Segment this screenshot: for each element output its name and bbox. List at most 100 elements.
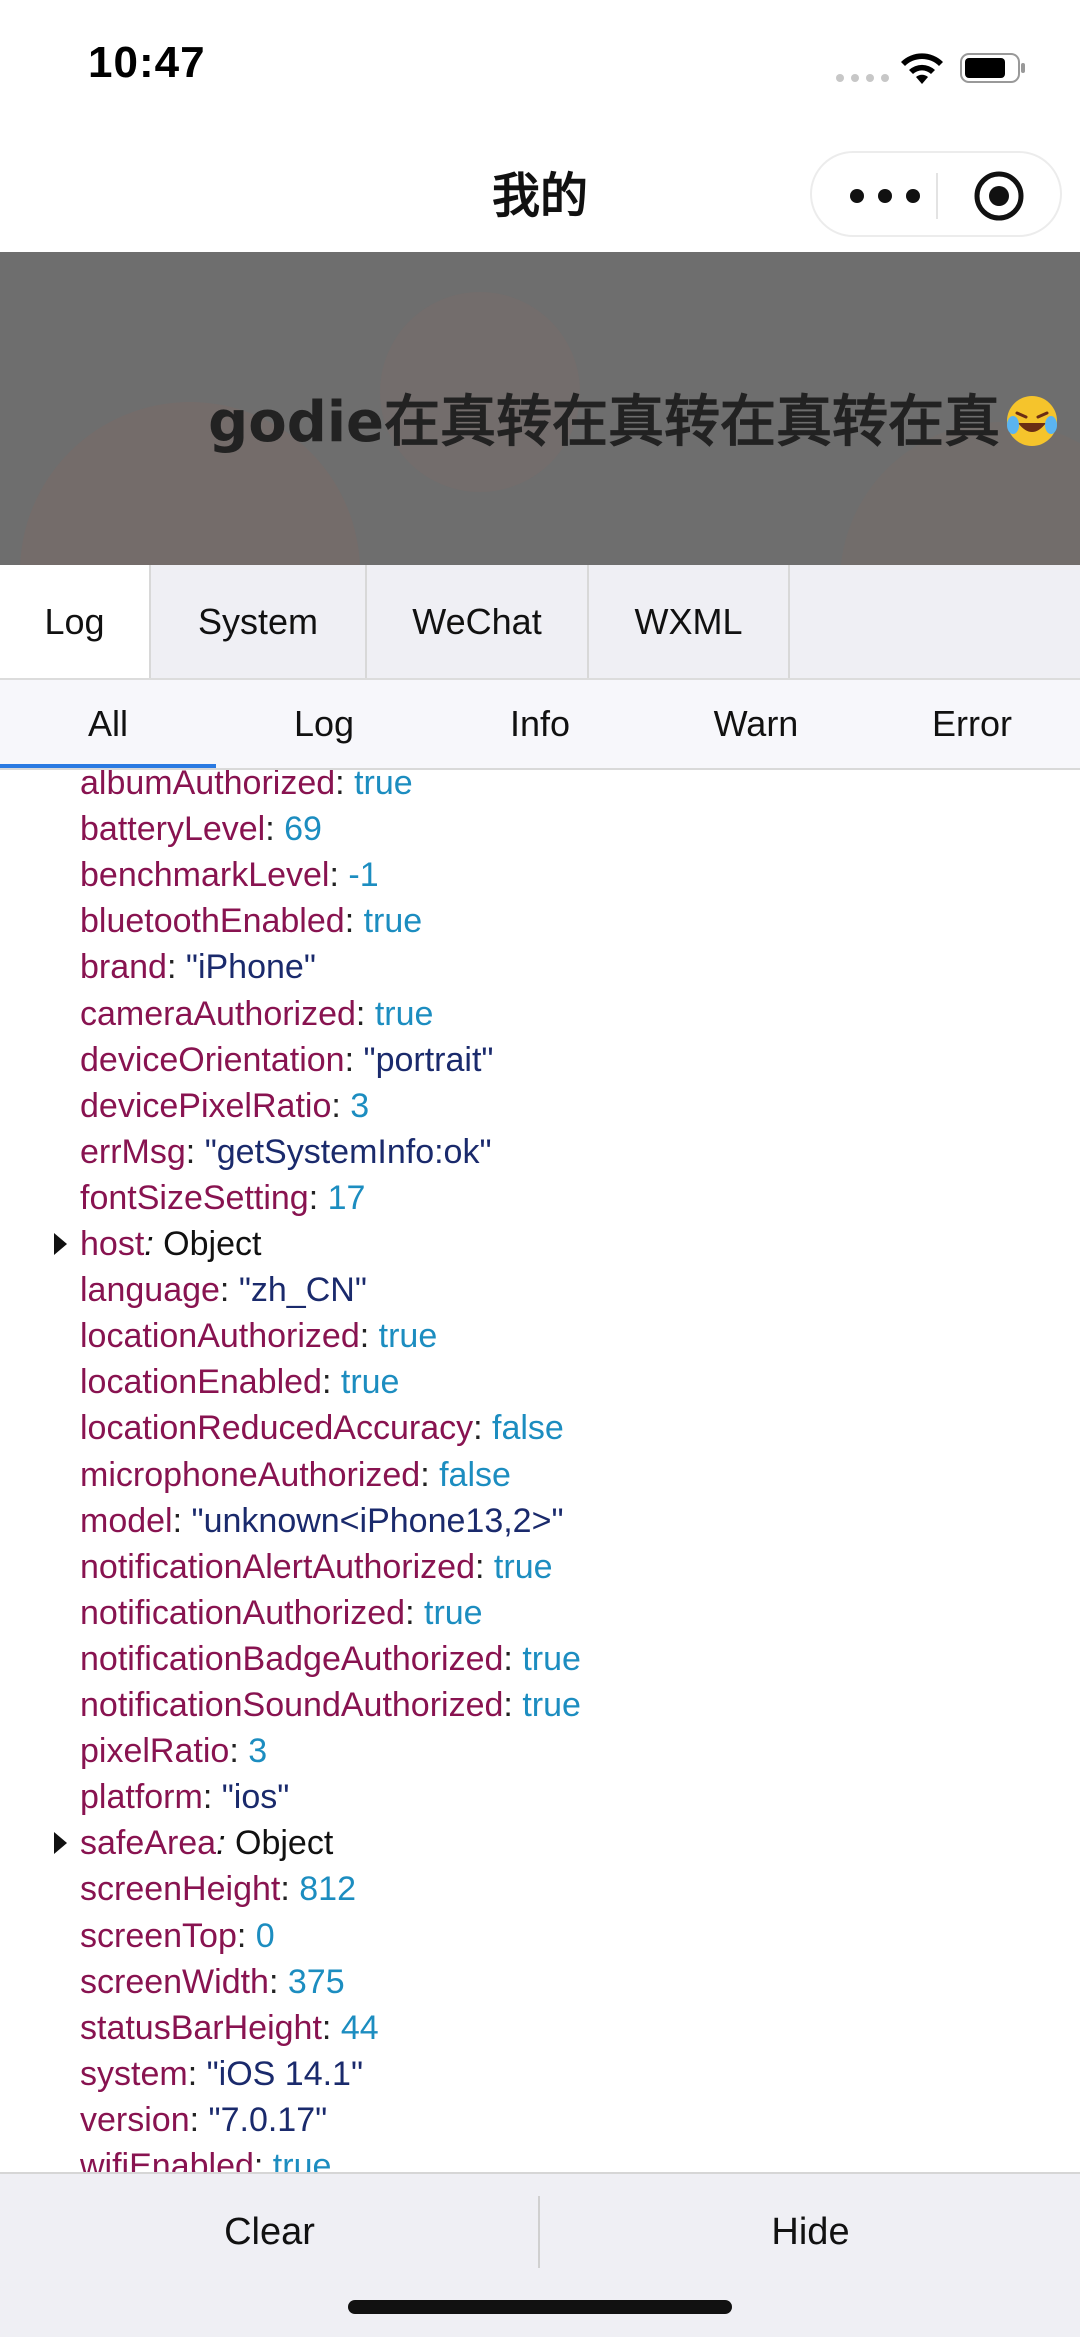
expand-arrow-icon[interactable] (54, 1832, 67, 1855)
filter-info[interactable]: Info (432, 680, 648, 768)
log-separator: : (475, 1547, 494, 1586)
profile-banner: godie在真转在真转在真转在真 (0, 252, 1080, 565)
filter-error[interactable]: Error (864, 680, 1080, 768)
log-row: statusBarHeight: 44 (80, 2005, 379, 2051)
log-separator: : (503, 1639, 523, 1678)
log-separator: : (229, 1732, 249, 1771)
log-key: brand (80, 948, 167, 987)
log-separator: : (144, 1225, 164, 1263)
log-value: false (492, 1409, 564, 1448)
log-key: statusBarHeight (80, 2008, 322, 2047)
log-separator: : (321, 1363, 341, 1402)
log-value: 0 (255, 1916, 275, 1955)
log-value: "unknown<iPhone13,2>" (191, 1501, 564, 1540)
log-row: platform: "ios" (80, 1774, 289, 1820)
log-key: errMsg (80, 1132, 186, 1171)
tab-wechat[interactable]: WeChat (367, 565, 589, 678)
log-separator: : (172, 1501, 192, 1540)
filter-warn[interactable]: Warn (648, 680, 864, 768)
log-separator: : (321, 2008, 341, 2047)
log-row: fontSizeSetting: 17 (80, 1175, 365, 1221)
log-value: true (354, 770, 413, 802)
log-value: true (374, 994, 434, 1033)
log-row: notificationAuthorized: true (80, 1590, 483, 1636)
log-key: wifiEnabled (80, 2147, 254, 2172)
actions-divider (538, 2196, 540, 2268)
log-key: locationAuthorized (80, 1317, 360, 1356)
log-expandable-row[interactable]: safeArea: Object (54, 1820, 334, 1866)
tab-system[interactable]: System (151, 565, 367, 678)
log-separator: : (420, 1455, 440, 1494)
filter-all[interactable]: All (0, 680, 216, 768)
log-key: devicePixelRatio (80, 1086, 332, 1125)
active-filter-indicator (0, 764, 216, 768)
log-row: deviceOrientation: "portrait" (80, 1037, 493, 1083)
tab-log[interactable]: Log (0, 565, 151, 678)
log-row: screenWidth: 375 (80, 1959, 345, 2005)
log-row: batteryLevel: 69 (80, 806, 322, 852)
log-row: albumAuthorized: true (80, 770, 413, 806)
log-separator: : (202, 1778, 222, 1817)
log-value: 44 (340, 2008, 379, 2047)
hide-button[interactable]: Hide (541, 2174, 1080, 2290)
console-actions: Clear Hide (0, 2172, 1080, 2337)
filter-log[interactable]: Log (216, 680, 432, 768)
capsule-divider (936, 173, 938, 219)
log-separator: : (359, 1317, 379, 1356)
log-value: false (439, 1455, 511, 1494)
log-row: locationEnabled: true (80, 1359, 399, 1405)
status-time: 10:47 (88, 38, 206, 87)
log-key: model (80, 1501, 173, 1540)
tab-wxml[interactable]: WXML (589, 565, 790, 678)
close-target-icon[interactable] (972, 169, 1026, 223)
log-value: true (522, 1686, 581, 1724)
log-separator: : (280, 1870, 300, 1909)
log-value: "portrait" (363, 1040, 494, 1079)
log-row: system: "iOS 14.1" (80, 2051, 363, 2097)
banner-username-text: godie在真转在真转在真转在真 (208, 390, 1000, 455)
log-separator: : (166, 948, 186, 987)
status-bar: 10:47 (0, 0, 1080, 130)
log-separator: : (265, 810, 285, 849)
log-separator: : (355, 994, 375, 1033)
log-output[interactable]: albumAuthorized: true batteryLevel: 69 ben… (0, 770, 1080, 2172)
log-key: language (80, 1271, 220, 1310)
clear-button[interactable]: Clear (0, 2174, 539, 2290)
log-value: true (522, 1639, 581, 1678)
log-key: notificationAlertAuthorized (80, 1547, 476, 1586)
log-row: microphoneAuthorized: false (80, 1452, 511, 1498)
wifi-icon (901, 53, 943, 84)
log-key: notificationBadgeAuthorized (80, 1639, 504, 1678)
log-key: pixelRatio (80, 1732, 230, 1771)
log-value: true (340, 1363, 400, 1402)
log-row: language: "zh_CN" (80, 1267, 367, 1313)
log-expandable-row[interactable]: host: Object (54, 1221, 262, 1267)
log-separator: : (189, 2100, 209, 2139)
log-value: 3 (248, 1732, 268, 1771)
log-value: -1 (348, 856, 379, 895)
log-value: true (378, 1317, 438, 1356)
log-value: 3 (350, 1086, 370, 1125)
log-separator: : (335, 770, 355, 802)
log-value: 375 (287, 1962, 345, 2001)
cellular-signal-icon (836, 74, 889, 82)
log-separator: : (268, 1962, 288, 2001)
log-value: 69 (284, 810, 322, 849)
log-separator: : (219, 1271, 239, 1310)
log-key: notificationAuthorized (80, 1593, 406, 1632)
log-separator: : (329, 856, 349, 895)
log-value: Object (235, 1824, 334, 1863)
log-row: locationReducedAccuracy: false (80, 1405, 564, 1451)
log-key: benchmarkLevel (80, 856, 330, 895)
log-row: cameraAuthorized: true (80, 991, 433, 1037)
log-separator: : (344, 1040, 364, 1079)
log-row: notificationAlertAuthorized: true (80, 1544, 553, 1590)
log-key: screenWidth (80, 1962, 269, 2001)
log-separator: : (344, 902, 364, 941)
log-row: model: "unknown<iPhone13,2>" (80, 1498, 564, 1544)
log-separator: : (253, 2147, 273, 2172)
log-value: "7.0.17" (208, 2100, 328, 2139)
more-icon[interactable] (850, 178, 920, 214)
log-value: Object (163, 1225, 262, 1263)
expand-arrow-icon[interactable] (54, 1233, 67, 1255)
